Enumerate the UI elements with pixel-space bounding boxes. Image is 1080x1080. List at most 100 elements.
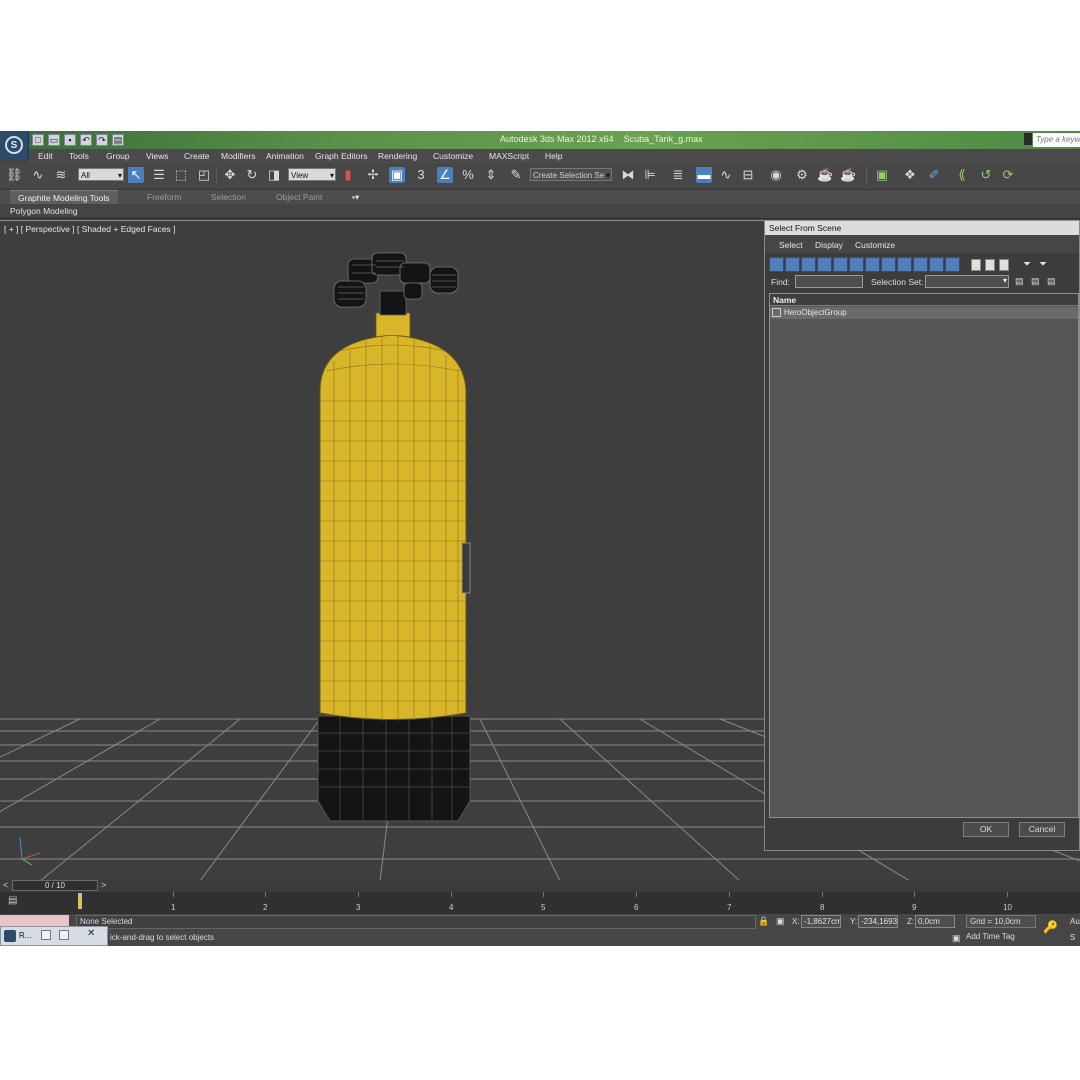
- window-crossing-icon[interactable]: ◰: [196, 167, 212, 183]
- menu-maxscript[interactable]: MAXScript: [489, 151, 529, 161]
- dialog-menu-customize[interactable]: Customize: [855, 240, 895, 250]
- brush-icon[interactable]: ✐: [926, 167, 942, 183]
- time-slider[interactable]: 0 / 10: [12, 880, 98, 891]
- object-paint-icon[interactable]: ❖: [902, 167, 918, 183]
- save-file-icon[interactable]: ▪: [64, 134, 76, 146]
- menu-edit[interactable]: Edit: [38, 151, 53, 161]
- filter-space-warps-icon[interactable]: [849, 257, 864, 272]
- dialog-menu-display[interactable]: Display: [815, 240, 843, 250]
- filter-bones-icon[interactable]: [897, 257, 912, 272]
- rendered-frame-window-icon[interactable]: ☕: [817, 167, 833, 183]
- list-item[interactable]: HeroObjectGroup: [770, 307, 1078, 319]
- time-prev-icon[interactable]: <: [3, 880, 8, 890]
- auto-key-button[interactable]: Au: [1070, 917, 1080, 926]
- dialog-menu-select[interactable]: Select: [779, 240, 803, 250]
- filter-shapes-icon[interactable]: [785, 257, 800, 272]
- selection-set-edit-icon[interactable]: ▤: [1047, 276, 1056, 287]
- find-input[interactable]: [795, 275, 863, 288]
- filter-geometry-icon[interactable]: [769, 257, 784, 272]
- render-production-icon[interactable]: ☕: [840, 167, 856, 183]
- menu-animation[interactable]: Animation: [266, 151, 304, 161]
- select-move-icon[interactable]: ✥: [222, 167, 238, 183]
- menu-group[interactable]: Group: [106, 151, 130, 161]
- filter-helpers-icon[interactable]: [833, 257, 848, 272]
- dialog-title[interactable]: Select From Scene: [765, 221, 1079, 235]
- mirror-icon[interactable]: ⧓: [620, 167, 636, 183]
- rectangle-selection-icon[interactable]: ⬚: [173, 167, 189, 183]
- column-header-name[interactable]: Name: [770, 294, 1078, 306]
- ribbon-options-icon[interactable]: ▪▾: [352, 192, 359, 203]
- layer-manager-icon[interactable]: ≣: [670, 167, 686, 183]
- selection-set-dropdown[interactable]: [925, 275, 1009, 288]
- menu-tools[interactable]: Tools: [69, 151, 89, 161]
- selection-set-remove-icon[interactable]: ▤: [1031, 276, 1040, 287]
- menu-create[interactable]: Create: [184, 151, 210, 161]
- select-scale-icon[interactable]: ◨: [266, 167, 282, 183]
- angle-snap-icon[interactable]: ∠: [437, 167, 453, 183]
- redo-icon[interactable]: ↷: [96, 134, 108, 146]
- edit-named-selection-icon[interactable]: ✎: [508, 167, 524, 183]
- material-editor-icon[interactable]: ◉: [768, 167, 784, 183]
- help-search-input[interactable]: Type a keyword: [1033, 133, 1080, 147]
- tab-selection[interactable]: Selection: [211, 192, 246, 202]
- cancel-button[interactable]: Cancel: [1019, 822, 1065, 837]
- menu-rendering[interactable]: Rendering: [378, 151, 417, 161]
- bind-space-warp-icon[interactable]: ≋: [53, 167, 69, 183]
- time-next-icon[interactable]: >: [101, 880, 106, 890]
- set-key-button[interactable]: S: [1070, 933, 1075, 942]
- render-setup-icon[interactable]: ⚙: [794, 167, 810, 183]
- menu-modifiers[interactable]: Modifiers: [221, 151, 255, 161]
- selection-set-add-icon[interactable]: ▤: [1015, 276, 1024, 287]
- named-selection-dropdown[interactable]: Create Selection Se: [530, 168, 612, 182]
- new-file-icon[interactable]: □: [32, 134, 44, 146]
- pivot-center-icon[interactable]: ▮: [340, 167, 356, 183]
- filter-groups-icon[interactable]: [865, 257, 880, 272]
- set-key-icon[interactable]: 🔑: [1043, 920, 1058, 934]
- y-coord-field[interactable]: -234,1693: [858, 915, 898, 928]
- track-icon[interactable]: ⟪: [954, 167, 970, 183]
- align-icon[interactable]: ⊫: [642, 167, 658, 183]
- menu-help[interactable]: Help: [545, 151, 562, 161]
- spinner-snap-icon[interactable]: ⇕: [483, 167, 499, 183]
- project-folder-icon[interactable]: ▤: [112, 134, 124, 146]
- tab-freeform[interactable]: Freeform: [147, 192, 181, 202]
- loop-icon[interactable]: ↺: [978, 167, 994, 183]
- tab-object-paint[interactable]: Object Paint: [276, 192, 322, 202]
- undo-icon[interactable]: ↶: [80, 134, 92, 146]
- time-tag-icon[interactable]: ▣: [952, 933, 961, 944]
- track-bar[interactable]: ▤ 1 2 3 4 5 6 7 8 9 10: [0, 892, 1080, 914]
- keyboard-shortcut-override-icon[interactable]: ▣: [389, 167, 405, 183]
- open-file-icon[interactable]: ▭: [48, 134, 60, 146]
- filter-xrefs-icon[interactable]: [881, 257, 896, 272]
- filter-frozen-icon[interactable]: [929, 257, 944, 272]
- menu-customize[interactable]: Customize: [433, 151, 473, 161]
- info-center-icon[interactable]: [1024, 133, 1032, 145]
- track-bar-menu-icon[interactable]: ▤: [8, 895, 17, 906]
- container-icon[interactable]: ▣: [874, 167, 890, 183]
- add-time-tag[interactable]: Add Time Tag: [966, 932, 1015, 941]
- filter-containers-icon[interactable]: [913, 257, 928, 272]
- filter-funnel-icon[interactable]: ⏷: [1023, 259, 1031, 270]
- restore-icon[interactable]: [41, 930, 51, 940]
- select-rotate-icon[interactable]: ↻: [244, 167, 260, 183]
- maximize-icon[interactable]: [59, 930, 69, 940]
- cycle-icon[interactable]: ⟳: [1000, 167, 1016, 183]
- filter-cameras-icon[interactable]: [817, 257, 832, 272]
- select-invert-icon[interactable]: [999, 259, 1009, 271]
- reference-coord-dropdown[interactable]: View: [288, 168, 336, 182]
- select-by-name-icon[interactable]: ☰: [151, 167, 167, 183]
- link-icon[interactable]: ⛓: [6, 167, 23, 183]
- curve-editor-icon[interactable]: ∿: [718, 167, 734, 183]
- viewport-label[interactable]: [ + ] [ Perspective ] [ Shaded + Edged F…: [4, 224, 176, 234]
- object-list[interactable]: Name HeroObjectGroup: [769, 293, 1079, 818]
- select-manipulate-icon[interactable]: ✢: [365, 167, 381, 183]
- select-none-icon[interactable]: [985, 259, 995, 271]
- close-icon[interactable]: ✕: [87, 928, 95, 939]
- app-logo-button[interactable]: S: [0, 131, 29, 159]
- select-object-icon[interactable]: ↖: [128, 167, 144, 183]
- menu-graph-editors[interactable]: Graph Editors: [315, 151, 367, 161]
- menu-views[interactable]: Views: [146, 151, 169, 161]
- selection-lock-icon[interactable]: 🔒: [758, 916, 769, 927]
- panel-polygon-modeling[interactable]: Polygon Modeling: [10, 206, 78, 216]
- unlink-icon[interactable]: ∿: [30, 167, 46, 183]
